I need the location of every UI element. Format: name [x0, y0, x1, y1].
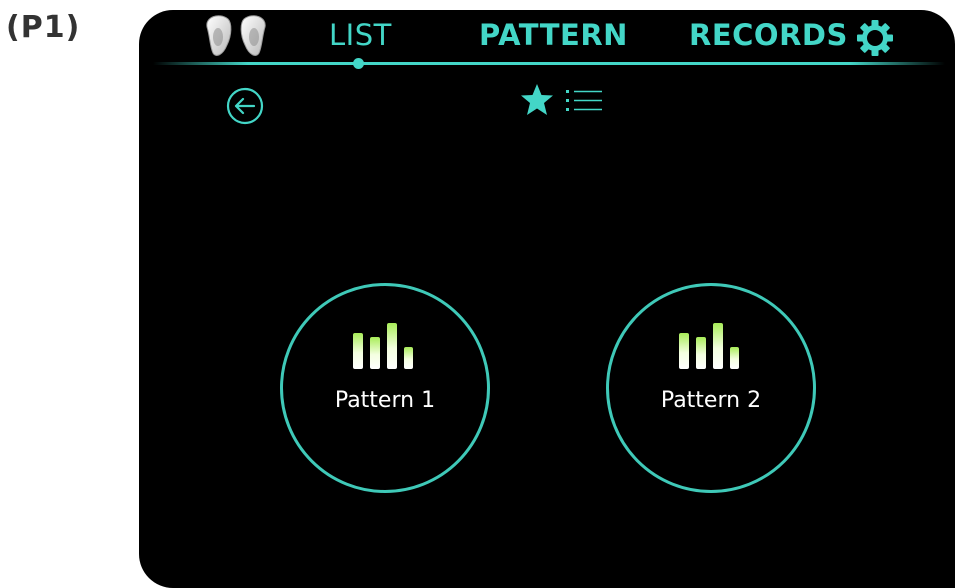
pattern-1-label: Pattern 1: [334, 388, 436, 413]
list-icon[interactable]: [565, 87, 603, 115]
star-icon[interactable]: [519, 83, 555, 117]
equalizer-bars-icon: [679, 323, 739, 369]
figure-label: (P1): [6, 10, 81, 45]
tab-list[interactable]: LIST: [329, 18, 392, 52]
tab-pattern[interactable]: PATTERN: [479, 18, 628, 52]
tab-records[interactable]: RECORDS: [689, 18, 848, 52]
top-navigation-bar: LIST PATTERN RECORDS: [139, 10, 955, 69]
back-arrow-icon[interactable]: [225, 86, 265, 126]
pattern-2-label: Pattern 2: [660, 388, 762, 413]
pattern-2-button[interactable]: Pattern 2: [606, 283, 816, 493]
equalizer-bars-icon: [353, 323, 413, 369]
gear-icon[interactable]: [855, 18, 895, 58]
device-screen: LIST PATTERN RECORDS Pattern 1 Pattern 2: [139, 10, 955, 588]
nav-divider-line: [153, 62, 945, 65]
pattern-1-button[interactable]: Pattern 1: [280, 283, 490, 493]
earbuds-icon: [206, 15, 266, 56]
active-tab-indicator: [353, 58, 364, 69]
